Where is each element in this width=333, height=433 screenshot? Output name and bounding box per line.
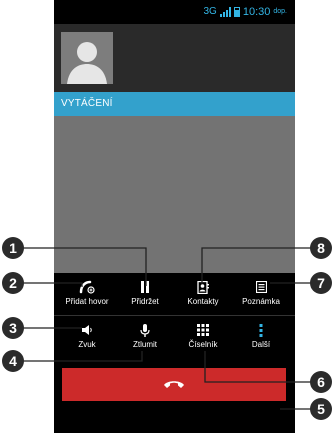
callout-marker: 3 [2, 317, 24, 339]
callout-marker: 1 [2, 237, 24, 259]
callout-marker: 6 [310, 371, 332, 393]
callout-marker: 4 [2, 350, 24, 372]
callout-lines [23, 247, 321, 410]
callout-marker: 7 [310, 272, 332, 294]
callout-marker: 5 [310, 398, 332, 420]
callout-marker: 8 [310, 237, 332, 259]
callout-marker: 2 [2, 272, 24, 294]
